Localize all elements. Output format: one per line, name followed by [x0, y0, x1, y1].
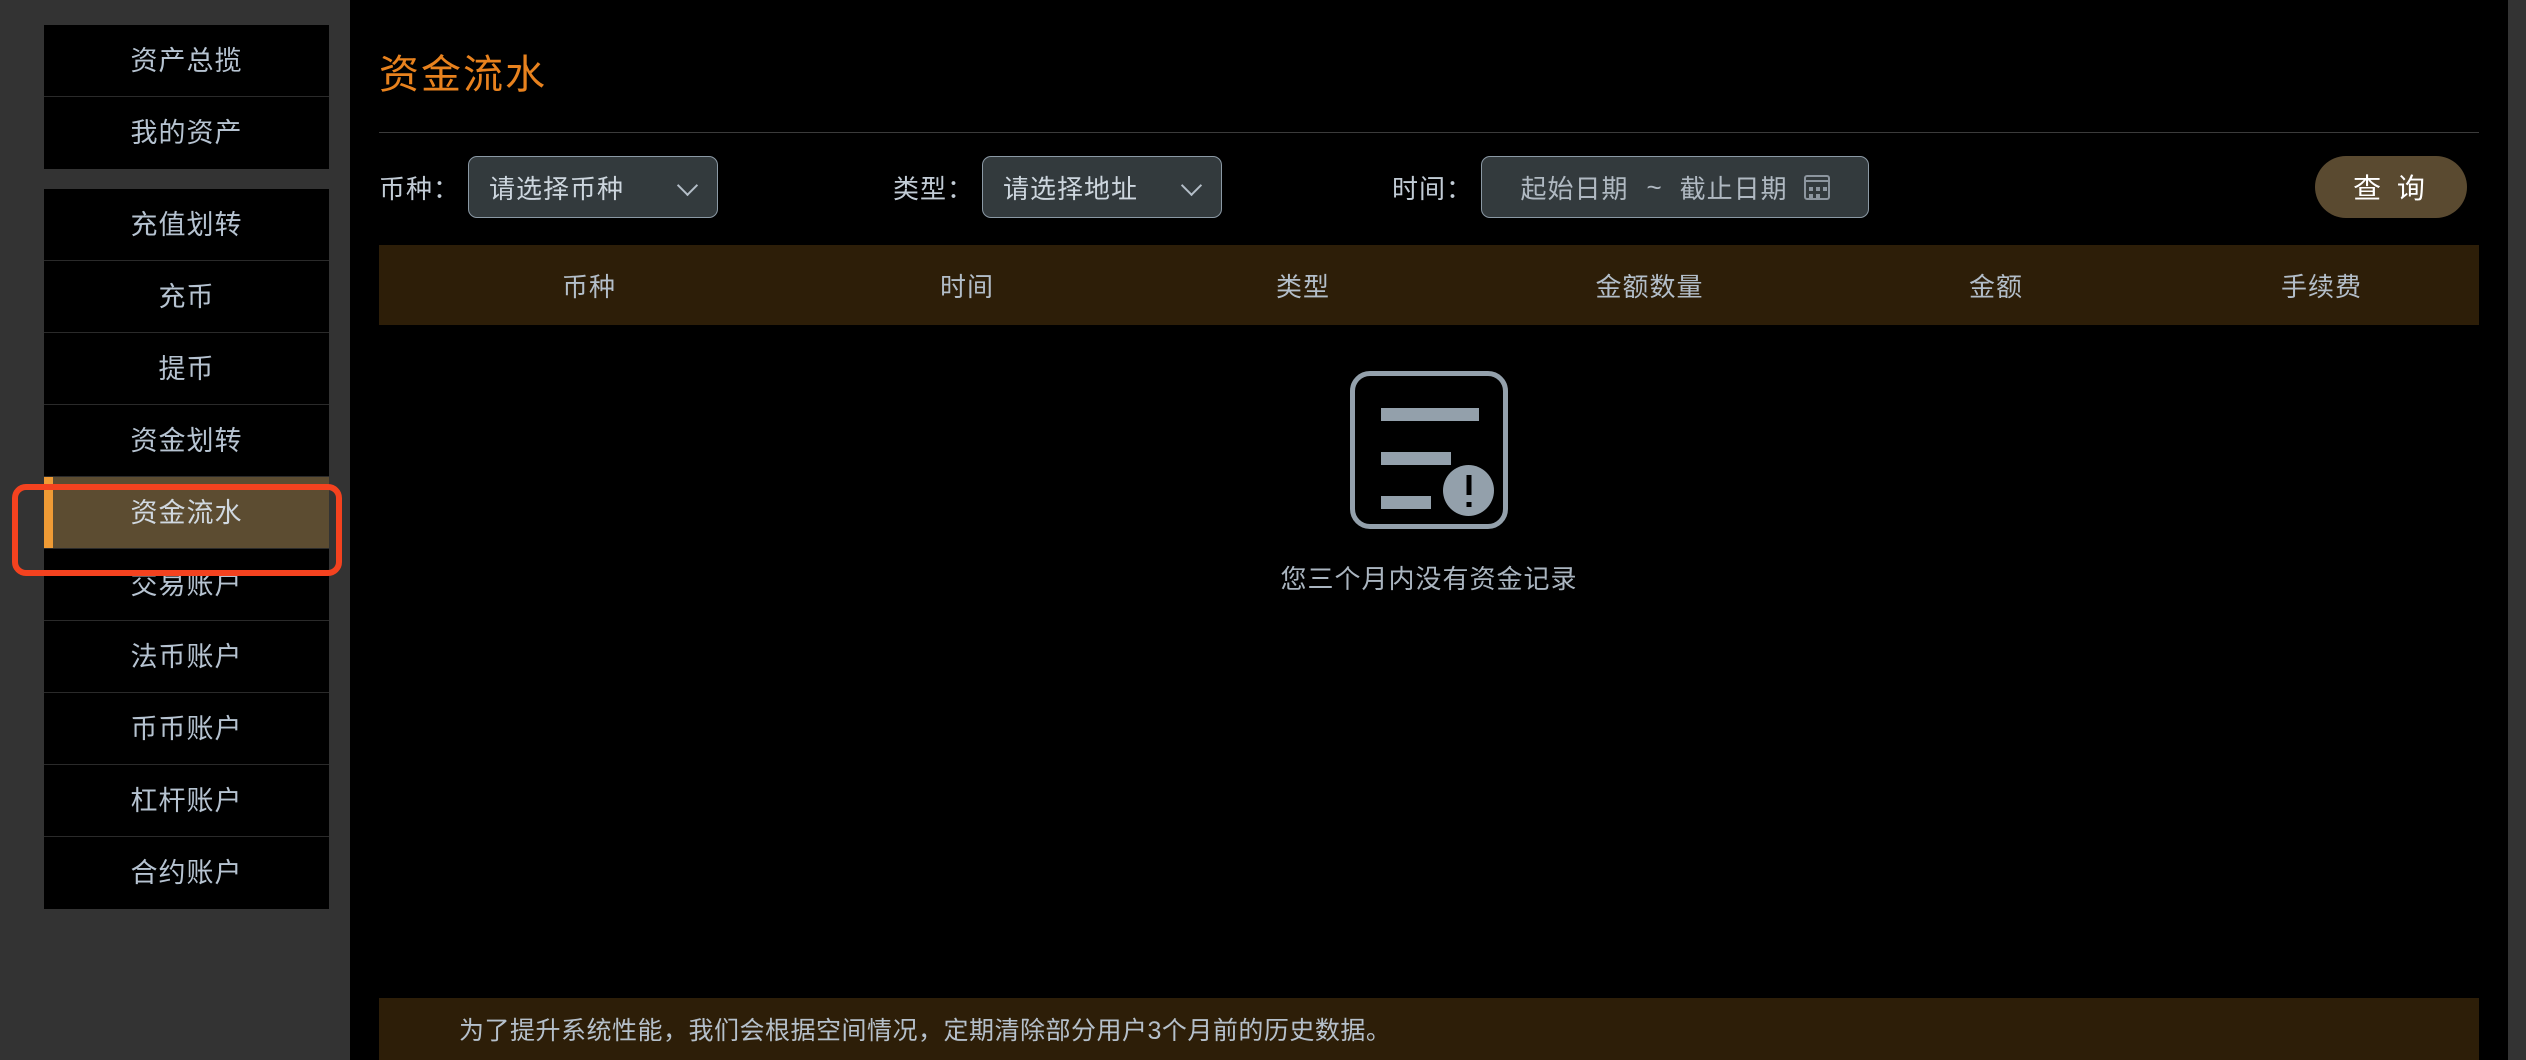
sidebar-group-funds: 充值划转 充币 提币 资金划转 资金流水 交易账户 法币账户 币币账户 杠杆账户…: [44, 189, 329, 909]
doc-line: [1381, 408, 1479, 421]
page-title: 资金流水: [379, 53, 547, 97]
transactions-table: 币种 时间 类型 金额数量 金额 手续费 您三个月内没有资金记录: [379, 245, 2479, 596]
empty-state: 您三个月内没有资金记录: [379, 371, 2479, 596]
table-column-currency: 币种: [561, 271, 616, 302]
notice-bar: 为了提升系统性能，我们会根据空间情况，定期清除部分用户3个月前的历史数据。: [379, 998, 2479, 1060]
sidebar-item-asset-overview[interactable]: 资产总揽: [44, 25, 329, 97]
sidebar-item-margin-account[interactable]: 杠杆账户: [44, 765, 329, 837]
type-filter-label: 类型：: [893, 173, 975, 204]
empty-state-message: 您三个月内没有资金记录: [1280, 564, 1578, 594]
sidebar-item-label: 币币账户: [130, 714, 243, 744]
table-column-type: 类型: [1275, 271, 1330, 302]
table-column-time: 时间: [939, 271, 994, 302]
exclamation-icon: [1443, 465, 1494, 516]
sidebar-item-label: 我的资产: [130, 118, 243, 148]
calendar-icon: [1803, 174, 1830, 200]
notice-text: 为了提升系统性能，我们会根据空间情况，定期清除部分用户3个月前的历史数据。: [459, 1017, 1392, 1045]
sidebar-item-deposit-transfer[interactable]: 充值划转: [44, 189, 329, 261]
type-select[interactable]: 请选择地址: [982, 156, 1223, 218]
sidebar-item-label: 资金流水: [130, 498, 243, 528]
currency-select[interactable]: 请选择币种: [468, 156, 719, 218]
date-filter-group: 时间： 起始日期 ~ 截止日期: [1392, 156, 1870, 218]
start-date-input[interactable]: 起始日期: [1520, 169, 1628, 206]
sidebar-item-label: 法币账户: [130, 642, 243, 672]
currency-filter-group: 币种： 请选择币种: [379, 156, 719, 218]
document-warning-icon: [1350, 371, 1508, 529]
doc-line: [1381, 496, 1431, 509]
sidebar-item-contract-account[interactable]: 合约账户: [44, 837, 329, 909]
sidebar-item-label: 资产总揽: [130, 46, 243, 76]
end-date-input[interactable]: 截止日期: [1680, 169, 1788, 206]
sidebar-item-fund-transfer[interactable]: 资金划转: [44, 405, 329, 477]
main-content-panel: 资金流水 币种： 请选择币种 类型： 请选择地址 时间： 起始日期 ~ 截止日期: [350, 0, 2508, 1060]
sidebar-item-label: 充币: [158, 282, 215, 312]
sidebar-item-withdraw[interactable]: 提币: [44, 333, 329, 405]
date-separator: ~: [1646, 171, 1662, 202]
chevron-down-icon: [1183, 177, 1203, 197]
table-column-amount: 金额: [1968, 271, 2023, 302]
sidebar-item-fiat-account[interactable]: 法币账户: [44, 621, 329, 693]
type-select-value: 请选择地址: [1003, 173, 1139, 204]
sidebar-item-label: 资金划转: [130, 426, 243, 456]
sidebar-item-label: 杠杆账户: [130, 786, 243, 816]
filter-bar: 币种： 请选择币种 类型： 请选择地址 时间： 起始日期 ~ 截止日期 查 询: [379, 133, 2479, 241]
doc-line: [1381, 452, 1451, 465]
table-column-amount-quantity: 金额数量: [1595, 271, 1704, 302]
sidebar-item-label: 充值划转: [130, 210, 243, 240]
query-button[interactable]: 查 询: [2315, 156, 2467, 218]
date-filter-label: 时间：: [1392, 173, 1474, 204]
type-filter-group: 类型： 请选择地址: [893, 156, 1223, 218]
sidebar-item-deposit[interactable]: 充币: [44, 261, 329, 333]
date-range-picker[interactable]: 起始日期 ~ 截止日期: [1481, 156, 1870, 218]
table-column-fee: 手续费: [2280, 271, 2362, 302]
sidebar-item-spot-account[interactable]: 币币账户: [44, 693, 329, 765]
sidebar-item-my-assets[interactable]: 我的资产: [44, 97, 329, 169]
sidebar-item-fund-flow[interactable]: 资金流水: [44, 477, 329, 549]
sidebar: 资产总揽 我的资产 充值划转 充币 提币 资金划转 资金流水 交易账户 法币账户…: [44, 25, 329, 929]
sidebar-item-label: 交易账户: [130, 570, 243, 600]
table-header-row: 币种 时间 类型 金额数量 金额 手续费: [379, 245, 2479, 325]
sidebar-item-trading-account[interactable]: 交易账户: [44, 549, 329, 621]
currency-select-value: 请选择币种: [489, 173, 625, 204]
sidebar-item-label: 合约账户: [130, 858, 243, 888]
sidebar-item-label: 提币: [158, 354, 215, 384]
sidebar-group-assets: 资产总揽 我的资产: [44, 25, 329, 169]
chevron-down-icon: [679, 177, 699, 197]
currency-filter-label: 币种：: [379, 173, 461, 204]
